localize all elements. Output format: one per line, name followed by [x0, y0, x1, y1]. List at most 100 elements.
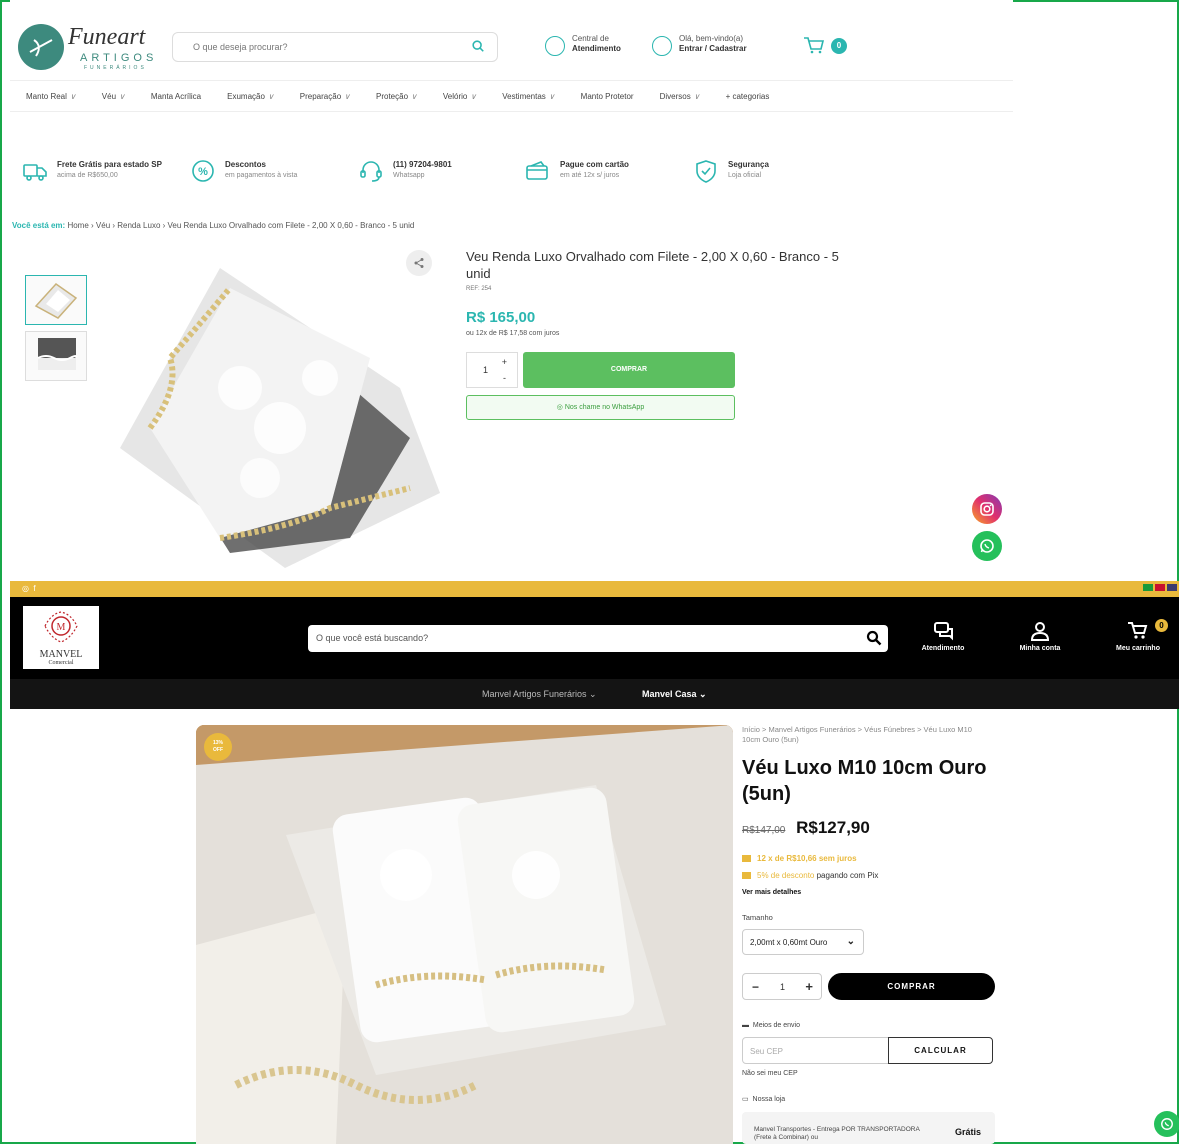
manvel-logo[interactable]: M MANVEL Comercial: [23, 606, 99, 669]
quantity-value[interactable]: 1: [780, 982, 785, 992]
store-icon: ▭: [742, 1096, 749, 1103]
support-link[interactable]: Central de Atendimento: [572, 34, 621, 54]
whatsapp-icon: [980, 539, 994, 553]
buy-button[interactable]: COMPRAR: [828, 973, 995, 1000]
nav-item-exumacao[interactable]: Exumação ∨: [227, 92, 274, 101]
whatsapp-float-button[interactable]: [1154, 1111, 1179, 1137]
product-title: Veu Renda Luxo Orvalhado com Filete - 2,…: [466, 249, 839, 281]
support-link[interactable]: Atendimento: [908, 621, 978, 652]
thumbnail-2[interactable]: [25, 331, 87, 381]
nav-item-artigos-funerarios[interactable]: Manvel Artigos Funerários ⌄: [482, 689, 597, 700]
search-icon[interactable]: [866, 630, 882, 646]
breadcrumb[interactable]: Início > Manvel Artigos Funerários > Véu…: [742, 725, 992, 745]
category-nav: Manto Real ∨ Véu ∨ Manta Acrílica Exumação…: [10, 80, 1013, 112]
account-link[interactable]: Olá, bem-vindo(a) Entrar / Cadastrar: [679, 34, 747, 54]
installments: 12 x de R$10,66 sem juros: [742, 854, 857, 863]
nav-item-more-categories[interactable]: + categorias: [726, 92, 770, 101]
logo-sub2: FUNERÁRIOS: [84, 65, 147, 71]
nav-item-velorio[interactable]: Velório ∨: [443, 92, 476, 101]
flag-br-icon[interactable]: [1143, 584, 1153, 591]
instagram-icon: [980, 502, 994, 516]
size-value: 2,00mt x 0,60mt Ouro: [750, 938, 828, 947]
benefit-title: (11) 97204-9801: [393, 160, 452, 169]
pix-icon: [742, 872, 751, 879]
breadcrumb-veu[interactable]: Véu: [96, 221, 110, 230]
thumbnail-1[interactable]: [25, 275, 87, 325]
price-block: R$147,00 R$127,90: [742, 818, 870, 838]
account-line2: Entrar / Cadastrar: [679, 44, 747, 53]
language-flags[interactable]: [1143, 584, 1177, 591]
cart-count-badge: 0: [831, 38, 847, 54]
truck-icon: ▬: [742, 1022, 749, 1029]
quantity-stepper[interactable]: 1 + -: [466, 352, 518, 388]
quantity-stepper[interactable]: − 1 +: [742, 973, 822, 1000]
nav-item-manto-real[interactable]: Manto Real ∨: [26, 92, 76, 101]
pix-discount: 5% de desconto pagando com Pix: [742, 871, 878, 880]
nav-item-preparacao[interactable]: Preparação ∨: [300, 92, 350, 101]
benefit-sub: em pagamentos à vista: [225, 172, 298, 179]
support-line2: Atendimento: [572, 44, 621, 53]
search-input[interactable]: O que você está buscando?: [308, 625, 888, 652]
decrement-button[interactable]: -: [503, 373, 506, 383]
benefit-title: Pague com cartão: [560, 160, 629, 169]
support-label: Atendimento: [921, 645, 965, 652]
calculate-button[interactable]: CALCULAR: [888, 1037, 993, 1064]
nav-item-diversos[interactable]: Diversos ∨: [660, 92, 700, 101]
user-icon[interactable]: [652, 36, 672, 56]
top-bar: ◎ f: [10, 581, 1179, 597]
support-icon[interactable]: [545, 36, 565, 56]
cart-icon[interactable]: [803, 36, 825, 54]
increment-button[interactable]: +: [805, 979, 813, 994]
more-details-link[interactable]: Ver mais detalhes: [742, 889, 801, 896]
share-button[interactable]: [406, 250, 432, 276]
breadcrumb-renda-luxo[interactable]: Renda Luxo: [117, 221, 160, 230]
benefit-sub: Whatsapp: [393, 172, 425, 179]
no-cep-link[interactable]: Não sei meu CEP: [742, 1070, 798, 1077]
header: Funeart ARTIGOS FUNERÁRIOS O que deseja …: [10, 14, 1013, 78]
logo-sub: ARTIGOS: [80, 52, 158, 64]
whatsapp-icon: ◎: [556, 404, 563, 411]
search-icon[interactable]: [471, 39, 485, 53]
breadcrumb-current: Veu Renda Luxo Orvalhado com Filete - 2,…: [167, 221, 415, 230]
product-title: Véu Luxo M10 10cm Ouro (5un): [742, 757, 987, 805]
flag-es-icon[interactable]: [1155, 584, 1165, 591]
nav-item-manto-protetor[interactable]: Manto Protetor: [581, 92, 634, 101]
whatsapp-button[interactable]: ◎ Nos chame no WhatsApp: [466, 395, 735, 420]
buy-button[interactable]: COMPRAR: [523, 352, 735, 388]
logo-sub: Comercial: [48, 660, 74, 666]
nav-item-protecao[interactable]: Proteção ∨: [376, 92, 417, 101]
nav-item-vestimentas[interactable]: Vestimentas ∨: [502, 92, 554, 101]
account-link[interactable]: Minha conta: [1005, 621, 1075, 652]
benefit-sub: acima de R$650,00: [57, 172, 118, 179]
nav-item-manvel-casa[interactable]: Manvel Casa ⌄: [642, 689, 707, 700]
manvel-page: ◎ f M MANVEL Comercial O que você está b…: [10, 581, 1179, 1144]
decrement-button[interactable]: −: [752, 980, 759, 994]
funeart-page: Funeart ARTIGOS FUNERÁRIOS O que deseja …: [10, 0, 1013, 578]
product-image[interactable]: [110, 248, 450, 573]
breadcrumb: Você está em: Home › Véu › Renda Luxo › …: [12, 221, 415, 230]
benefit-title: Segurança: [728, 160, 769, 169]
installments: ou 12x de R$ 17,58 com juros: [466, 330, 560, 337]
quantity-value[interactable]: 1: [483, 365, 488, 375]
shipping-option[interactable]: Manvel Transportes - Entrega POR TRANSPO…: [742, 1112, 995, 1144]
cep-input[interactable]: Seu CEP: [742, 1037, 889, 1064]
share-icon: [414, 258, 424, 268]
breadcrumb-home[interactable]: Home: [67, 221, 88, 230]
nav-item-manta-acrilica[interactable]: Manta Acrílica: [151, 92, 201, 101]
whatsapp-float-button[interactable]: [972, 531, 1002, 561]
nav-item-veu[interactable]: Véu ∨: [102, 92, 125, 101]
social-icons[interactable]: ◎ f: [22, 584, 36, 593]
card-icon: [526, 161, 548, 180]
old-price: R$147,00: [742, 825, 786, 836]
logo-name[interactable]: Funeart: [68, 24, 145, 51]
flag-us-icon[interactable]: [1167, 584, 1177, 591]
svg-text:%: %: [198, 166, 208, 178]
increment-button[interactable]: +: [502, 357, 507, 367]
size-select[interactable]: 2,00mt x 0,60mt Ouro ⌄: [742, 929, 864, 955]
instagram-float-button[interactable]: [972, 494, 1002, 524]
header: M MANVEL Comercial O que você está busca…: [10, 597, 1179, 679]
svg-text:M: M: [57, 622, 66, 633]
funeart-logo-mark[interactable]: [18, 24, 64, 70]
search-input[interactable]: O que deseja procurar?: [172, 32, 498, 62]
product-image[interactable]: 13% OFF: [196, 725, 733, 1144]
